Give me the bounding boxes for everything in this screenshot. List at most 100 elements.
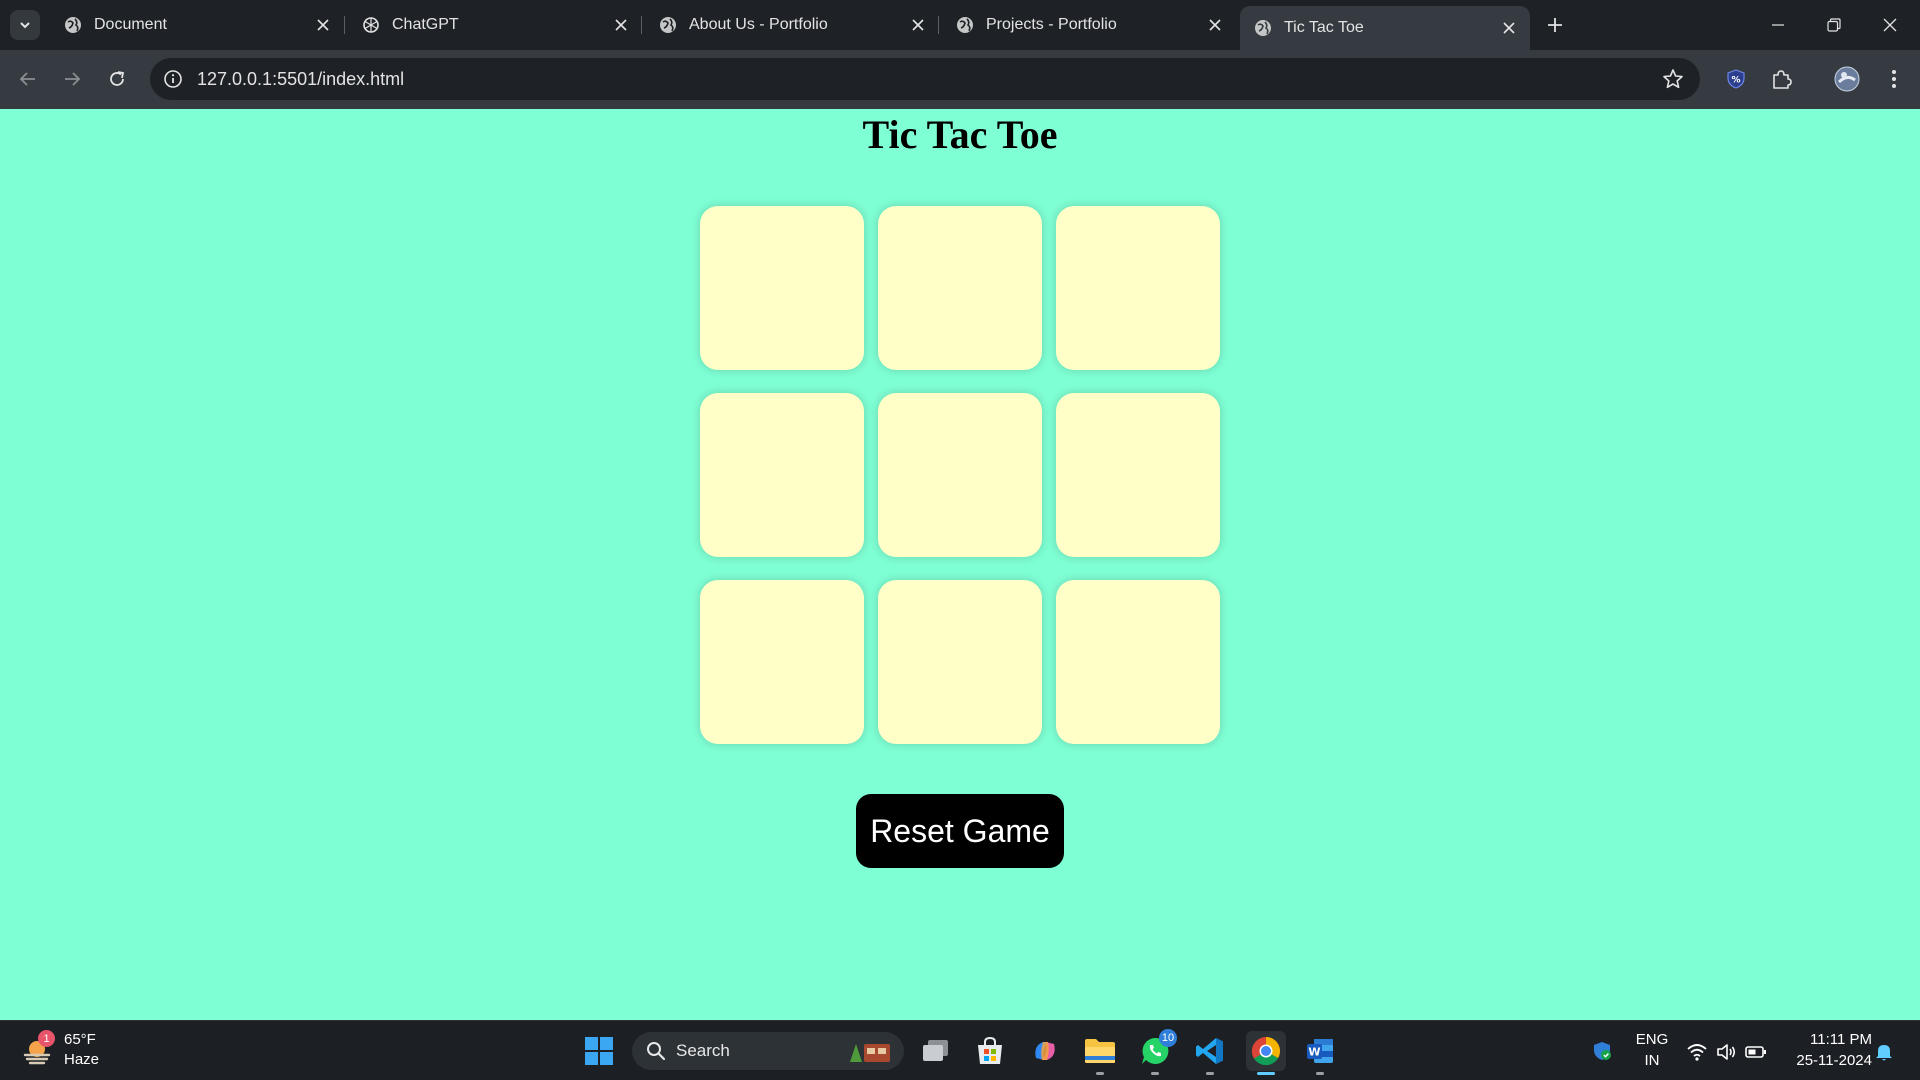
- store-bag-icon: [978, 1036, 1002, 1064]
- chatgpt-icon: [363, 17, 379, 33]
- clock-date[interactable]: 25-11-2024: [1782, 1052, 1872, 1069]
- running-indicator: [1316, 1072, 1324, 1075]
- profile-avatar-icon[interactable]: [1833, 65, 1861, 93]
- extensions-puzzle-icon[interactable]: [1767, 65, 1795, 93]
- tab-tic-tac-toe[interactable]: Tic Tac Toe: [1240, 6, 1530, 50]
- back-button[interactable]: [13, 64, 43, 94]
- close-icon[interactable]: [1204, 14, 1226, 36]
- task-view-button[interactable]: [916, 1031, 956, 1071]
- windows-logo-icon: [585, 1037, 613, 1065]
- bookmark-star-icon[interactable]: [1662, 68, 1684, 90]
- board-cell-4[interactable]: [700, 393, 864, 557]
- minimize-button[interactable]: [1750, 0, 1806, 50]
- arrow-left-icon: [19, 72, 35, 86]
- tab-title: About Us - Portfolio: [689, 16, 828, 33]
- menu-kebab-icon[interactable]: [1880, 65, 1908, 93]
- battery-icon[interactable]: [1745, 1041, 1767, 1063]
- page-viewport: Tic Tac Toe Reset Game: [0, 109, 1920, 1020]
- close-icon[interactable]: [1498, 17, 1520, 39]
- file-explorer-button[interactable]: [1080, 1031, 1120, 1075]
- tab-about-us[interactable]: About Us - Portfolio: [645, 6, 939, 44]
- url-text[interactable]: 127.0.0.1:5501/index.html: [197, 69, 404, 90]
- site-info-icon[interactable]: [162, 68, 184, 90]
- word-icon: W: [1307, 1039, 1333, 1063]
- copilot-button[interactable]: [1025, 1031, 1065, 1071]
- globe-icon: [1255, 20, 1271, 36]
- close-icon[interactable]: [907, 14, 929, 36]
- wifi-icon[interactable]: [1686, 1041, 1708, 1063]
- board-cell-6[interactable]: [1056, 393, 1220, 557]
- search-icon: [647, 1042, 666, 1061]
- volume-icon[interactable]: [1715, 1041, 1737, 1063]
- tab-divider: [938, 16, 939, 34]
- notification-badge: 1: [38, 1030, 55, 1047]
- weather-widget[interactable]: 1 65°F Haze: [22, 1030, 132, 1072]
- tab-search-button[interactable]: [10, 10, 40, 40]
- reload-icon: [110, 71, 125, 86]
- reload-button[interactable]: [102, 64, 132, 94]
- notification-badge: 10: [1159, 1029, 1177, 1047]
- tab-document[interactable]: Document: [50, 6, 344, 44]
- clock-time[interactable]: 11:11 PM: [1782, 1031, 1872, 1048]
- vscode-icon: [1196, 1038, 1223, 1064]
- start-button[interactable]: [579, 1031, 619, 1071]
- page-title: Tic Tac Toe: [862, 112, 1058, 157]
- running-indicator: [1151, 1072, 1159, 1075]
- vscode-button[interactable]: [1190, 1031, 1230, 1075]
- word-button[interactable]: W: [1300, 1031, 1340, 1075]
- reset-game-button[interactable]: Reset Game: [856, 794, 1064, 868]
- board-cell-7[interactable]: [700, 580, 864, 744]
- globe-icon: [660, 17, 676, 33]
- board-cell-3[interactable]: [1056, 206, 1220, 370]
- whatsapp-button[interactable]: 10: [1135, 1029, 1177, 1075]
- minimize-icon: [1772, 24, 1784, 26]
- forward-button[interactable]: [57, 64, 87, 94]
- close-icon[interactable]: [312, 14, 334, 36]
- search-label: Search: [676, 1041, 730, 1060]
- board-cell-2[interactable]: [878, 206, 1042, 370]
- running-indicator: [1206, 1072, 1214, 1075]
- globe-icon: [957, 17, 973, 33]
- chrome-button[interactable]: [1246, 1031, 1286, 1075]
- notification-bell-icon[interactable]: [1873, 1041, 1895, 1063]
- taskbar-search[interactable]: Search: [632, 1032, 904, 1070]
- svg-text:%: %: [1731, 76, 1740, 86]
- browser-toolbar: 127.0.0.1:5501/index.html %: [0, 50, 1920, 109]
- security-shield-icon[interactable]: [1591, 1040, 1613, 1062]
- tab-strip: Document ChatGPT About Us - Portfolio Pr…: [0, 0, 1920, 50]
- close-window-button[interactable]: [1862, 0, 1918, 50]
- tab-title: Document: [94, 16, 167, 33]
- board-cell-9[interactable]: [1056, 580, 1220, 744]
- plus-icon: [1548, 18, 1562, 32]
- tab-chatgpt[interactable]: ChatGPT: [348, 6, 642, 44]
- new-tab-button[interactable]: [1542, 12, 1568, 38]
- tab-divider: [641, 16, 642, 34]
- search-highlight-icon: [850, 1044, 890, 1062]
- globe-icon: [65, 17, 81, 33]
- board-cell-1[interactable]: [700, 206, 864, 370]
- language-indicator[interactable]: ENG: [1630, 1031, 1674, 1048]
- folder-icon: [1085, 1039, 1115, 1063]
- tab-title: Projects - Portfolio: [986, 16, 1117, 33]
- address-bar[interactable]: 127.0.0.1:5501/index.html: [150, 58, 1700, 100]
- task-view-icon: [923, 1040, 948, 1061]
- microsoft-store-button[interactable]: [970, 1031, 1010, 1071]
- windows-taskbar: 1 65°F Haze Search 10 W ENG IN 11:11 PM …: [0, 1020, 1920, 1080]
- tab-title: ChatGPT: [392, 16, 459, 33]
- board-cell-8[interactable]: [878, 580, 1042, 744]
- copilot-icon: [1035, 1042, 1055, 1060]
- chrome-icon: [1251, 1037, 1280, 1066]
- weather-temperature: 65°F: [64, 1031, 96, 1048]
- arrow-right-icon: [65, 72, 81, 86]
- close-icon[interactable]: [610, 14, 632, 36]
- game-board: [700, 206, 1220, 744]
- running-indicator: [1096, 1072, 1104, 1075]
- restore-button[interactable]: [1806, 0, 1862, 50]
- extension-shield-icon[interactable]: %: [1722, 65, 1750, 93]
- tab-projects[interactable]: Projects - Portfolio: [942, 6, 1236, 44]
- svg-text:W: W: [1308, 1046, 1320, 1059]
- tab-title: Tic Tac Toe: [1284, 19, 1364, 36]
- weather-condition: Haze: [64, 1051, 100, 1068]
- board-cell-5[interactable]: [878, 393, 1042, 557]
- restore-icon: [1827, 18, 1841, 32]
